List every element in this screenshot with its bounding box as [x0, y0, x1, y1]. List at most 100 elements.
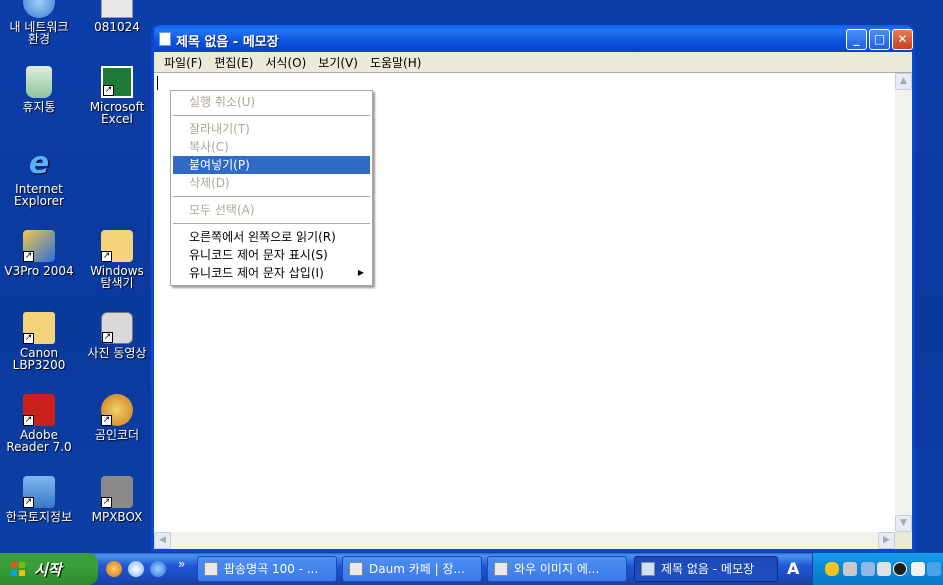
shortcut-arrow-icon: ↗ — [101, 251, 112, 262]
land-info-icon: ↗ — [23, 476, 55, 508]
desktop-icon-label: 휴지통 — [22, 100, 56, 114]
windows-logo-icon — [11, 562, 25, 576]
menu-item-show-unicode[interactable]: 유니코드 제어 문자 표시(S) — [171, 246, 372, 264]
title-bar[interactable]: 제목 없음 - 메모장 _ □ ✕ — [154, 25, 913, 52]
ie-window-icon — [349, 562, 363, 576]
menu-view[interactable]: 보기(V) — [312, 52, 364, 73]
menu-item-cut[interactable]: 잘라내기(T) — [171, 120, 372, 138]
scroll-up-icon[interactable]: ▲ — [895, 73, 912, 90]
vertical-scrollbar[interactable]: ▲ ▼ — [895, 73, 912, 532]
shortcut-arrow-icon: ↗ — [23, 497, 34, 508]
palette-icon: ↗ — [101, 394, 133, 426]
maximize-button[interactable]: □ — [869, 29, 890, 50]
desktop-icon-label: 곰인코더 — [94, 428, 140, 442]
display-tray-icon[interactable] — [877, 562, 891, 576]
taskbar-item-notepad[interactable]: 제목 없음 - 메모장 — [634, 556, 778, 582]
quicklaunch-more-icon[interactable]: » — [178, 557, 185, 571]
network-icon — [23, 0, 55, 18]
menu-file[interactable]: 파일(F) — [158, 52, 208, 73]
desktop-icon-mpxbox[interactable]: ↗ MPXBOX — [78, 476, 156, 523]
desktop-icon-internet-explorer[interactable]: e Internet Explorer — [0, 146, 78, 208]
window-title: 제목 없음 - 메모장 — [176, 35, 279, 50]
menu-separator — [173, 196, 370, 197]
shortcut-arrow-icon: ↗ — [23, 251, 34, 262]
desktop-icon-excel[interactable]: ↗ Microsoft Excel — [78, 66, 156, 125]
menu-item-select-all[interactable]: 모두 선택(A) — [171, 201, 372, 219]
menu-separator — [173, 115, 370, 116]
desktop-icon-label: 081024 — [94, 20, 140, 34]
submenu-arrow-icon: ▶ — [357, 268, 364, 277]
taskbar-item-wow-image[interactable]: 와우 이미지 에... — [487, 556, 627, 582]
notepad-icon — [159, 32, 171, 46]
image-editor-icon — [494, 562, 508, 576]
desktop-icon-label: Canon LBP3200 — [12, 346, 66, 372]
taskbar-item-label: Daum 카페 | 장... — [369, 562, 465, 576]
minimize-button[interactable]: _ — [846, 29, 867, 50]
antivirus-icon[interactable] — [843, 562, 857, 576]
desktop-icon-label: Internet Explorer — [14, 182, 64, 208]
shortcut-arrow-icon: ↗ — [101, 415, 112, 426]
shortcut-arrow-icon: ↗ — [101, 497, 112, 508]
media-tray-icon[interactable] — [893, 562, 907, 576]
size-grip[interactable] — [895, 532, 912, 549]
network-tray-icon[interactable] — [861, 562, 875, 576]
desktop-icon-081024[interactable]: 081024 — [78, 0, 156, 33]
menu-item-delete[interactable]: 삭제(D) — [171, 174, 372, 192]
desktop-icon-network[interactable]: 내 네트워크 환경 — [0, 0, 78, 45]
desktop-icon-v3pro[interactable]: ↗ V3Pro 2004 — [0, 230, 78, 277]
scroll-down-icon[interactable]: ▼ — [895, 515, 912, 532]
shortcut-arrow-icon: ↗ — [102, 332, 113, 343]
start-label: 시작 — [34, 561, 62, 579]
close-button[interactable]: ✕ — [892, 29, 913, 50]
taskbar: 시작 » 팝송명곡 100 - ... Daum 카페 | 장... 와우 이미… — [0, 553, 943, 585]
menu-item-undo[interactable]: 실행 취소(U) — [171, 93, 372, 111]
internet-explorer-icon: e — [28, 146, 50, 181]
taskbar-item-label: 팝송명곡 100 - ... — [224, 562, 319, 576]
printer-folder-icon: ↗ — [23, 312, 55, 344]
menu-format[interactable]: 서식(O) — [259, 52, 312, 73]
desktop-icon-gom-encoder[interactable]: ↗ 곰인코더 — [78, 394, 156, 441]
quicklaunch-media-icon[interactable] — [106, 561, 122, 577]
menu-item-paste[interactable]: 붙여넣기(P) — [173, 156, 370, 174]
desktop-icon-label: Adobe Reader 7.0 — [6, 428, 72, 454]
shortcut-arrow-icon: ↗ — [23, 415, 34, 426]
desktop-icon-recycle-bin[interactable]: 휴지통 — [0, 66, 78, 113]
scroll-right-icon[interactable]: ▶ — [878, 532, 895, 549]
update-tray-icon[interactable] — [927, 562, 941, 576]
excel-icon: ↗ — [101, 66, 133, 98]
menu-item-label: 유니코드 제어 문자 삽입(I) — [189, 266, 324, 280]
adobe-reader-icon: ↗ — [23, 394, 55, 426]
quicklaunch-browser-icon[interactable] — [128, 561, 144, 577]
scroll-left-icon[interactable]: ◀ — [154, 532, 171, 549]
desktop-icon-label: MPXBOX — [91, 510, 143, 524]
quicklaunch-ie-icon[interactable] — [150, 561, 166, 577]
taskbar-item-label: 제목 없음 - 메모장 — [661, 562, 755, 576]
desktop-icon-windows-explorer[interactable]: ↗ Windows 탐색기 — [78, 230, 156, 289]
menu-help[interactable]: 도움말(H) — [364, 52, 428, 73]
desktop-icon-canon[interactable]: ↗ Canon LBP3200 — [0, 312, 78, 371]
desktop-icon-adobe-reader[interactable]: ↗ Adobe Reader 7.0 — [0, 394, 78, 453]
desktop-icon-label: Windows 탐색기 — [90, 264, 144, 290]
taskbar-item-popsong[interactable]: 팝송명곡 100 - ... — [197, 556, 337, 582]
desktop-icon-label: 한국토지정보 — [5, 510, 73, 524]
desktop-icon-label: 사진 동영상 — [87, 346, 147, 360]
start-button[interactable]: 시작 — [0, 553, 98, 585]
taskbar-item-daum-cafe[interactable]: Daum 카페 | 장... — [342, 556, 482, 582]
security-shield-icon[interactable] — [825, 562, 839, 576]
menu-item-insert-unicode[interactable]: 유니코드 제어 문자 삽입(I) ▶ — [171, 264, 372, 282]
menu-item-rtl-reading[interactable]: 오른쪽에서 왼쪽으로 읽기(R) — [171, 228, 372, 246]
menu-item-copy[interactable]: 복사(C) — [171, 138, 372, 156]
desktop-icon-photo-video[interactable]: ↗ 사진 동영상 — [78, 312, 156, 359]
menu-bar: 파일(F) 편집(E) 서식(O) 보기(V) 도움말(H) — [154, 52, 912, 71]
desktop-icon-land-info[interactable]: ↗ 한국토지정보 — [0, 476, 78, 523]
ime-indicator[interactable]: A — [787, 559, 799, 578]
explorer-icon: ↗ — [101, 230, 133, 262]
desktop-icon-label: 내 네트워크 환경 — [9, 20, 69, 46]
menu-edit[interactable]: 편집(E) — [208, 52, 259, 73]
volume-icon[interactable] — [911, 562, 925, 576]
horizontal-scrollbar[interactable]: ◀ ▶ — [154, 532, 895, 549]
shortcut-arrow-icon: ↗ — [103, 85, 114, 96]
ie-window-icon — [204, 562, 218, 576]
shortcut-arrow-icon: ↗ — [23, 333, 34, 344]
context-menu: 실행 취소(U) 잘라내기(T) 복사(C) 붙여넣기(P) 삭제(D) 모두 … — [170, 90, 373, 286]
